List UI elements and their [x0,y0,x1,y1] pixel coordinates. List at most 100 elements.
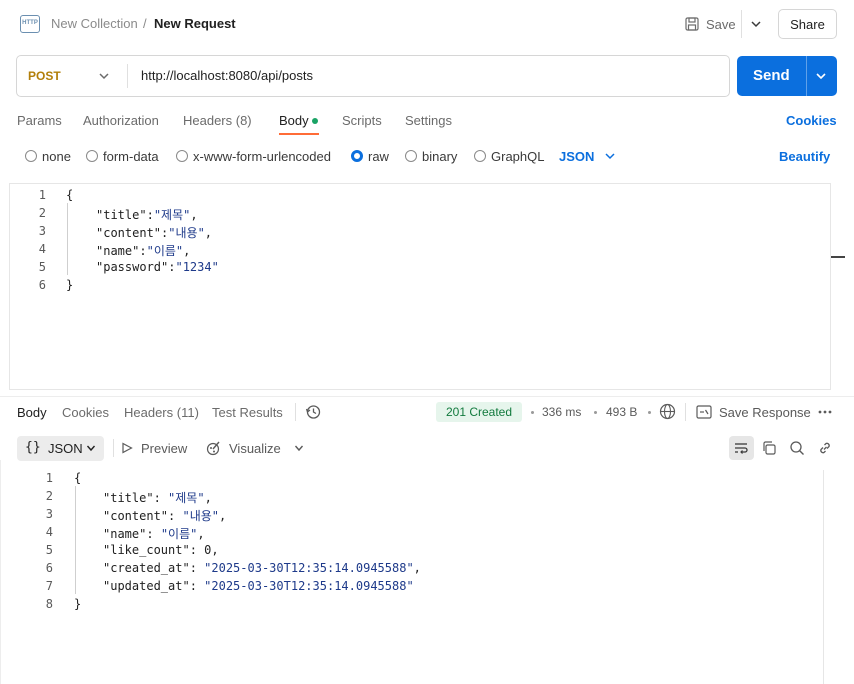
json-sep: : [189,543,205,557]
radio-label-none[interactable]: none [42,149,71,164]
json-value: "2025-03-30T12:35:14.0945588" [204,579,414,593]
tab-authorization[interactable]: Authorization [83,113,159,128]
code-line: "password":"1234" [96,260,219,274]
beautify-button[interactable]: Beautify [779,149,830,164]
more-options-icon[interactable] [818,409,832,415]
radio-none[interactable] [25,150,37,162]
radio-label-form-data[interactable]: form-data [103,149,159,164]
save-options-chevron-down-icon[interactable] [750,18,762,30]
radio-raw[interactable] [351,150,363,162]
response-format-label[interactable]: JSON [48,441,83,456]
url-divider [127,64,128,88]
save-response-icon[interactable] [696,405,712,419]
json-value: "이름" [146,244,184,258]
active-tab-underline [279,133,319,135]
url-input[interactable]: http://localhost:8080/api/posts [141,68,313,83]
radio-x-www-form-urlencoded[interactable] [176,150,188,162]
response-tab-cookies[interactable]: Cookies [62,405,109,420]
radio-label-x-www-form-urlencoded[interactable]: x-www-form-urlencoded [193,149,331,164]
save-response-button[interactable]: Save Response [719,405,811,420]
line-number: 5 [38,260,46,274]
preview-button[interactable]: Preview [141,441,187,456]
history-icon[interactable] [305,404,321,420]
save-divider [741,10,742,38]
radio-label-raw[interactable]: raw [368,149,389,164]
json-comma: , [183,244,191,258]
play-icon[interactable] [121,442,133,454]
radio-label-binary[interactable]: binary [422,149,457,164]
globe-icon[interactable] [659,403,676,420]
copy-icon[interactable] [761,440,777,456]
json-comma: , [204,226,213,240]
json-value: "1234" [175,260,219,274]
json-key: "title" [103,491,154,505]
json-key: "name" [96,244,140,258]
line-number: 2 [38,206,46,220]
search-icon[interactable] [789,440,805,456]
json-comma: , [204,491,212,505]
visualize-icon[interactable] [206,440,222,456]
line-number: 4 [38,242,46,256]
tab-params[interactable]: Params [17,113,62,128]
json-value: "내용" [168,226,205,240]
tab-separator [295,403,296,421]
code-line: "content":"내용", [96,224,212,241]
tab-scripts[interactable]: Scripts [342,113,382,128]
response-tab-test-results[interactable]: Test Results [212,405,283,420]
toolbar-separator [113,439,114,457]
radio-form-data[interactable] [86,150,98,162]
meta-dot [648,411,651,414]
code-line: "name":"이름", [96,242,190,259]
wrap-lines-icon[interactable] [733,440,749,456]
json-comma: , [219,509,227,523]
code-line: "title":"제목", [96,206,198,223]
visualize-button[interactable]: Visualize [229,441,281,456]
code-line: "content": "내용", [103,507,226,524]
radio-graphql[interactable] [474,150,486,162]
visualize-chevron-down-icon[interactable] [294,443,304,453]
send-options-chevron-down-icon[interactable] [815,70,827,82]
format-chevron-down-icon[interactable] [86,443,96,453]
code-line: "created_at": "2025-03-30T12:35:14.09455… [103,561,421,575]
link-icon[interactable] [817,440,833,456]
line-number: 1 [45,471,53,485]
response-time[interactable]: 336 ms [542,405,581,419]
response-scrollbar[interactable] [823,470,824,684]
line-number: 4 [45,525,53,539]
breadcrumb-collection[interactable]: New Collection [51,16,138,31]
cookies-link[interactable]: Cookies [786,113,837,128]
json-sep: : [146,527,161,541]
request-editor-scrollbar[interactable] [830,183,845,390]
http-method-select[interactable]: POST [28,69,61,83]
method-chevron-down-icon[interactable] [98,70,110,82]
breadcrumb-request-name[interactable]: New Request [154,16,236,31]
radio-label-graphql[interactable]: GraphQL [491,149,544,164]
json-key: "like_count" [103,543,190,557]
json-sep: : [168,509,183,523]
http-request-icon: HTTP [20,15,40,33]
raw-format-select[interactable]: JSON [559,149,594,164]
indent-guide [67,203,68,275]
code-line: "title": "제목", [103,489,212,506]
indent-guide [75,486,76,594]
response-tab-headers[interactable]: Headers (11) [124,405,199,420]
share-button[interactable]: Share [778,9,837,39]
code-line: "updated_at": "2025-03-30T12:35:14.09455… [103,579,414,593]
save-icon [685,17,699,31]
scroll-position-marker [831,256,845,258]
response-size[interactable]: 493 B [606,405,637,419]
line-number: 3 [45,507,53,521]
tab-settings[interactable]: Settings [405,113,452,128]
response-tab-body[interactable]: Body [17,405,47,420]
json-key: "content" [96,226,162,240]
line-number: 3 [38,224,46,238]
json-value: "이름" [160,527,198,541]
raw-format-chevron-down-icon[interactable] [604,150,616,162]
json-comma: , [413,561,421,575]
line-number: 6 [38,278,46,292]
send-label[interactable]: Send [753,67,790,84]
radio-binary[interactable] [405,150,417,162]
json-value: "제목" [153,208,191,222]
tab-headers[interactable]: Headers (8) [183,113,252,128]
tab-body[interactable]: Body [279,113,309,128]
